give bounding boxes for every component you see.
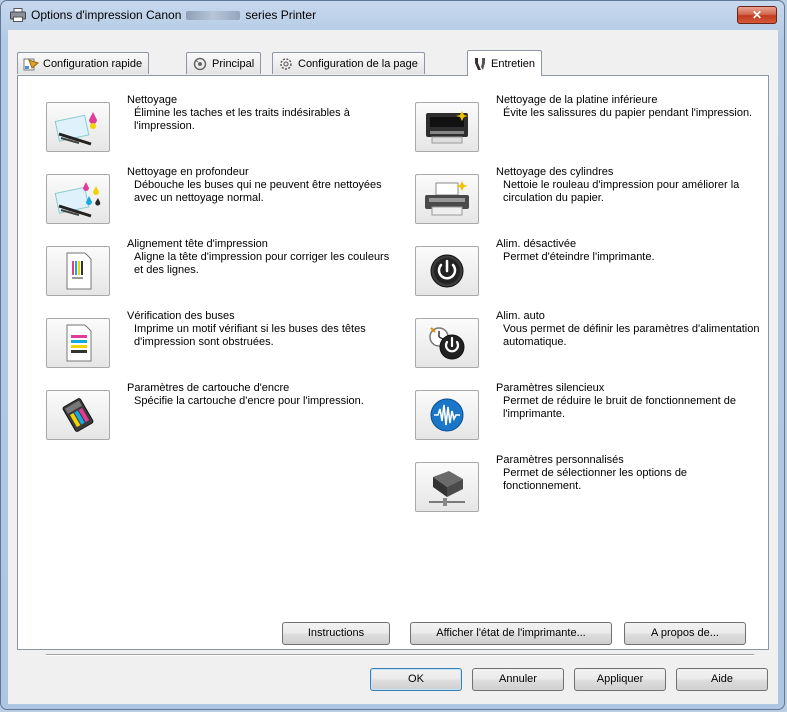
quiet-settings-title: Paramètres silencieux <box>496 382 605 394</box>
ink-cartridge-title: Paramètres de cartouche d'encre <box>127 382 290 394</box>
cleaning-description: Élimine les taches et les traits indésir… <box>134 107 350 132</box>
tab-maintenance-label: Entretien <box>491 57 536 70</box>
bottom-plate-cleaning-description: Évite les salissures du papier pendant l… <box>503 107 753 119</box>
ink-cartridge-item: Paramètres de cartouche d'encre Spécifie… <box>46 382 396 450</box>
cleaning-icon <box>54 112 97 146</box>
nozzle-check-item: Vérification des buses Imprime un motif … <box>46 310 396 378</box>
roller-cleaning-button[interactable] <box>415 174 479 224</box>
tab-main-label: Principal <box>212 57 255 70</box>
dialog-client-area: Configuration rapide Principal Configura… <box>8 30 778 704</box>
nozzle-check-title: Vérification des buses <box>127 310 235 322</box>
nozzle-check-button[interactable] <box>46 318 110 368</box>
print-head-alignment-item: Alignement tête d'impression Aligne la t… <box>46 238 396 306</box>
roller-cleaning-title: Nettoyage des cylindres <box>496 166 614 178</box>
bottom-plate-cleaning-item: Nettoyage de la platine inférieure Évite… <box>415 94 765 162</box>
quiet-settings-icon <box>430 398 464 432</box>
instructions-button[interactable]: Instructions <box>282 622 390 645</box>
power-off-icon <box>430 254 464 288</box>
bottom-plate-cleaning-button[interactable] <box>415 102 479 152</box>
print-head-alignment-button[interactable] <box>46 246 110 296</box>
deep-cleaning-title: Nettoyage en profondeur <box>127 166 249 178</box>
ink-cartridge-icon <box>62 398 94 432</box>
window-title: Options d'impression Canon series Printer <box>31 8 316 22</box>
auto-power-icon <box>429 327 465 360</box>
print-head-alignment-description: Aligne la tête d'impression pour corrige… <box>134 251 390 276</box>
bottom-plate-cleaning-title: Nettoyage de la platine inférieure <box>496 94 658 106</box>
roller-cleaning-icon <box>425 181 469 216</box>
tab-page-setup-label: Configuration de la page <box>298 57 418 70</box>
printer-status-button[interactable]: Afficher l'état de l'imprimante... <box>410 622 612 645</box>
cleaning-item: Nettoyage Élimine les taches et les trai… <box>46 94 396 162</box>
quiet-settings-description: Permet de réduire le bruit de fonctionne… <box>503 395 736 420</box>
bottom-plate-cleaning-icon <box>426 111 468 144</box>
cleaning-title: Nettoyage <box>127 94 178 106</box>
panel-separator <box>46 654 754 656</box>
tab-quick-setup[interactable]: Configuration rapide <box>17 52 150 74</box>
deep-cleaning-description: Débouche les buses qui ne peuvent être n… <box>134 179 382 204</box>
quick-setup-icon <box>23 58 39 70</box>
custom-settings-title: Paramètres personnalisés <box>496 454 624 466</box>
window-title-suffix: series Printer <box>245 8 317 22</box>
power-off-description: Permet d'éteindre l'imprimante. <box>503 251 655 263</box>
title-bar[interactable]: Options d'impression Canon series Printer… <box>1 1 784 29</box>
tab-quick-setup-label: Configuration rapide <box>43 57 143 70</box>
ok-button[interactable]: OK <box>370 668 462 691</box>
window-title-prefix: Options d'impression Canon <box>31 8 182 22</box>
close-button[interactable]: ✕ <box>737 6 777 24</box>
main-icon <box>193 57 207 70</box>
tab-page-setup[interactable]: Configuration de la page <box>272 52 425 74</box>
tab-main[interactable]: Principal <box>186 52 262 74</box>
print-head-alignment-title: Alignement tête d'impression <box>127 238 268 250</box>
quiet-settings-button[interactable] <box>415 390 479 440</box>
redacted-model-name <box>186 11 241 21</box>
custom-settings-icon <box>429 471 465 506</box>
custom-settings-item: Paramètres personnalisés Permet de sélec… <box>415 454 765 522</box>
power-off-item: Alim. désactivée Permet d'éteindre l'imp… <box>415 238 765 306</box>
maintenance-icon <box>475 57 485 70</box>
roller-cleaning-item: Nettoyage des cylindres Nettoie le roule… <box>415 166 765 234</box>
cleaning-button[interactable] <box>46 102 110 152</box>
power-off-button[interactable] <box>415 246 479 296</box>
auto-power-title: Alim. auto <box>496 310 545 322</box>
page-setup-icon <box>280 57 292 70</box>
quiet-settings-item: Paramètres silencieux Permet de réduire … <box>415 382 765 450</box>
printer-icon <box>10 8 26 22</box>
apply-button[interactable]: Appliquer <box>574 668 666 691</box>
nozzle-check-icon <box>66 324 92 362</box>
roller-cleaning-description: Nettoie le rouleau d'impression pour amé… <box>503 179 740 204</box>
deep-cleaning-button[interactable] <box>46 174 110 224</box>
power-off-title: Alim. désactivée <box>496 238 577 250</box>
cancel-button[interactable]: Annuler <box>472 668 564 691</box>
maintenance-panel: Nettoyage Élimine les taches et les trai… <box>17 75 769 656</box>
deep-cleaning-item: Nettoyage en profondeur Débouche les bus… <box>46 166 396 234</box>
tab-maintenance[interactable]: Entretien <box>467 50 543 76</box>
custom-settings-description: Permet de sélectionner les options de fo… <box>503 467 688 492</box>
close-icon: ✕ <box>751 8 763 22</box>
auto-power-item: Alim. auto Vous permet de définir les pa… <box>415 310 765 378</box>
deep-cleaning-icon <box>54 182 101 218</box>
ink-cartridge-description: Spécifie la cartouche d'encre pour l'imp… <box>134 395 364 407</box>
auto-power-description: Vous permet de définir les paramètres d'… <box>503 323 760 348</box>
ink-cartridge-button[interactable] <box>46 390 110 440</box>
about-button[interactable]: A propos de... <box>624 622 746 645</box>
help-button[interactable]: Aide <box>676 668 768 691</box>
nozzle-check-description: Imprime un motif vérifiant si les buses … <box>134 323 366 348</box>
custom-settings-button[interactable] <box>415 462 479 512</box>
printer-options-window: Options d'impression Canon series Printer… <box>0 0 785 710</box>
print-head-alignment-icon <box>66 252 92 290</box>
auto-power-button[interactable] <box>415 318 479 368</box>
